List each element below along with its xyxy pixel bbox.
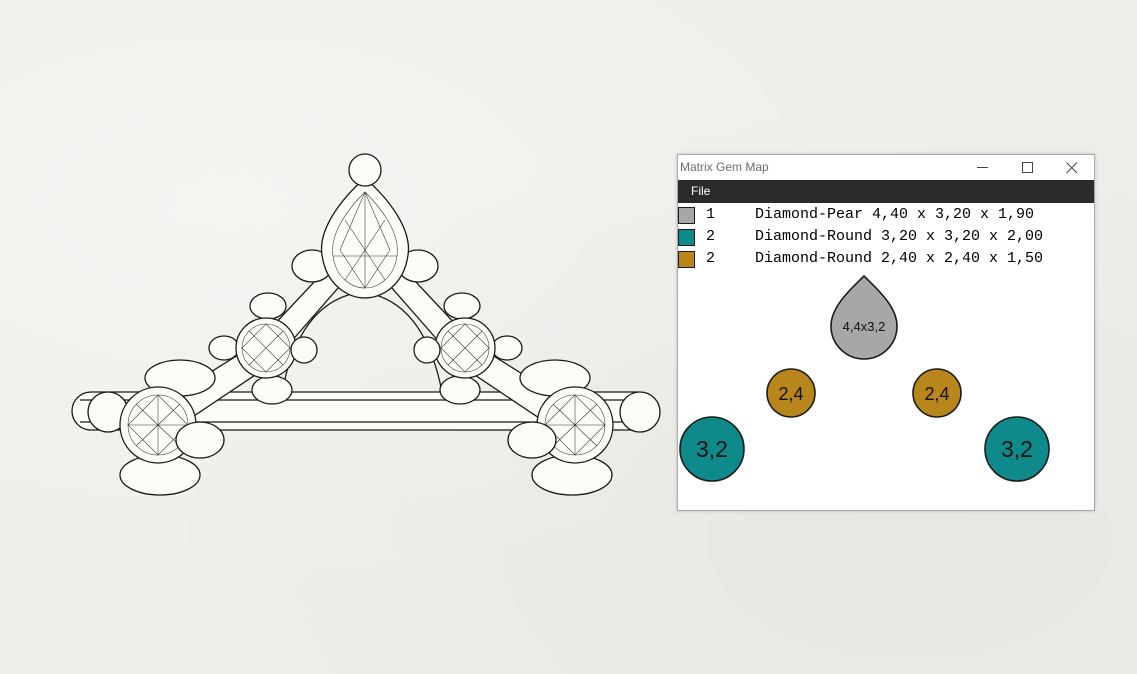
gem-label: 2,4: [778, 384, 803, 404]
legend-quantity: 2: [706, 228, 716, 245]
legend-row[interactable]: 2 Diamond-Round 3,20 x 3,20 x 2,00: [678, 227, 1094, 249]
close-button[interactable]: [1050, 155, 1094, 180]
gem-label: 3,2: [1001, 436, 1033, 462]
gem-round-large[interactable]: 3,2: [984, 416, 1050, 482]
left-large-setting: [87, 359, 225, 496]
legend-swatch: [678, 207, 695, 224]
legend-swatch: [678, 251, 695, 268]
gem-round-small[interactable]: 2,4: [766, 368, 816, 418]
menu-file[interactable]: File: [691, 184, 710, 198]
legend-row[interactable]: 2 Diamond-Round 2,40 x 2,40 x 1,50: [678, 249, 1094, 271]
gem-pear[interactable]: 4,4x3,2: [830, 274, 898, 360]
minimize-icon: [977, 167, 988, 168]
minimize-button[interactable]: [961, 155, 1005, 180]
title-bar[interactable]: Matrix Gem Map: [678, 155, 1094, 180]
close-icon: [1066, 162, 1078, 174]
legend-quantity: 2: [706, 250, 716, 267]
legend-row[interactable]: 1 Diamond-Pear 4,40 x 3,20 x 1,90: [678, 205, 1094, 227]
gem-round-small[interactable]: 2,4: [912, 368, 962, 418]
menu-bar: File: [678, 180, 1094, 203]
gem-label: 4,4x3,2: [843, 319, 886, 334]
legend-swatch: [678, 229, 695, 246]
gem-label: 2,4: [924, 384, 949, 404]
top-pear-setting: [291, 153, 439, 299]
gem-map-canvas[interactable]: 4,4x3,2 2,4 2,4 3,2 3,2: [678, 270, 1094, 510]
legend-quantity: 1: [706, 206, 716, 223]
gem-label: 3,2: [696, 436, 728, 462]
legend-description: Diamond-Pear 4,40 x 3,20 x 1,90: [755, 206, 1035, 223]
right-large-setting: [507, 359, 661, 496]
matrix-gem-map-window[interactable]: Matrix Gem Map File 1 Diamond-Pear 4,40 …: [677, 154, 1095, 511]
legend-description: Diamond-Round 3,20 x 3,20 x 2,00: [755, 228, 1044, 245]
legend-description: Diamond-Round 2,40 x 2,40 x 1,50: [755, 250, 1044, 267]
maximize-button[interactable]: [1006, 155, 1050, 180]
maximize-icon: [1022, 162, 1033, 173]
window-title: Matrix Gem Map: [680, 160, 769, 174]
gem-round-large[interactable]: 3,2: [679, 416, 745, 482]
ring-wireframe-drawing: [71, 153, 661, 496]
